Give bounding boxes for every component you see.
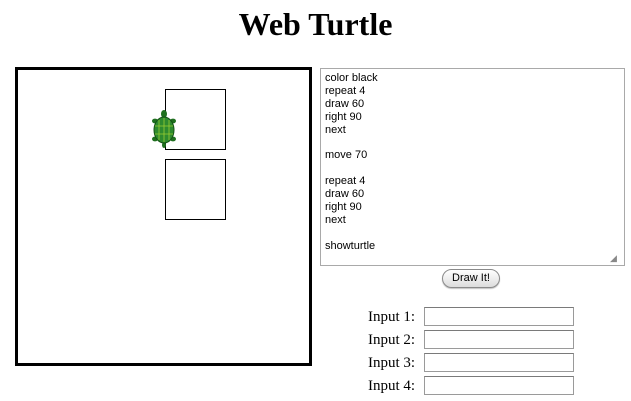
square-2 [165, 159, 226, 220]
draw-it-button[interactable]: Draw It! [442, 269, 500, 288]
turtle-canvas[interactable] [15, 67, 312, 366]
input-row-2: Input 2: [360, 330, 575, 352]
input-row-3: Input 3: [360, 353, 575, 375]
code-editor[interactable]: color black repeat 4 draw 60 right 90 ne… [320, 68, 625, 266]
input-row-1: Input 1: [360, 307, 575, 329]
input-3-label: Input 3: [368, 355, 416, 371]
input-1-field[interactable] [424, 307, 574, 326]
input-3-field[interactable] [424, 353, 574, 372]
input-2-field[interactable] [424, 330, 574, 349]
turtle-icon [152, 110, 176, 148]
turtle-drawing [152, 89, 226, 220]
input-1-label: Input 1: [368, 309, 416, 325]
input-row-4: Input 4: [360, 376, 575, 398]
input-4-label: Input 4: [368, 378, 416, 394]
input-2-label: Input 2: [368, 332, 416, 348]
input-4-field[interactable] [424, 376, 574, 395]
resize-grip-icon[interactable]: ◢ [610, 253, 622, 265]
page-title: Web Turtle [238, 6, 393, 42]
